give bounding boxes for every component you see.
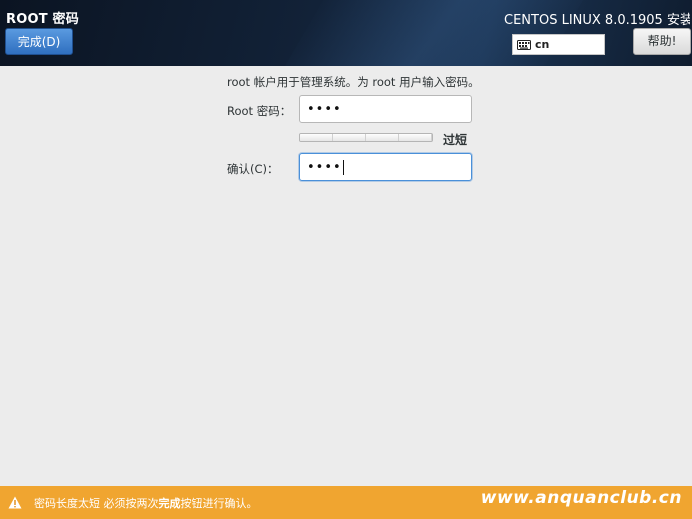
password-strength-label: 过短 xyxy=(443,133,468,147)
status-bar: 密码长度太短 必须按两次完成按钮进行确认。 www.anquanclub.cn xyxy=(0,486,692,519)
instructions-text: root 帐户用于管理系统。为 root 用户输入密码。 xyxy=(227,75,480,89)
done-button[interactable]: 完成(D) xyxy=(5,28,73,55)
root-password-field[interactable]: •••• xyxy=(299,95,472,123)
keyboard-layout-indicator[interactable]: cn xyxy=(512,34,605,55)
warning-icon xyxy=(8,496,22,509)
root-password-value: •••• xyxy=(307,101,342,117)
password-strength-bar xyxy=(299,133,433,142)
header-bar: ROOT 密码 完成(D) CENTOS LINUX 8.0.1905 安装 c… xyxy=(0,0,692,66)
confirm-password-value: •••• xyxy=(307,159,342,175)
help-button[interactable]: 帮助! xyxy=(633,28,691,55)
product-title: CENTOS LINUX 8.0.1905 安装 xyxy=(504,13,690,28)
keyboard-layout-label: cn xyxy=(535,38,550,51)
text-caret xyxy=(342,159,344,175)
confirm-password-label: 确认(C)： xyxy=(227,162,279,176)
watermark-text: www.anquanclub.cn xyxy=(480,488,682,508)
confirm-password-field[interactable]: •••• xyxy=(299,153,472,181)
root-password-label: Root 密码： xyxy=(227,104,292,118)
status-message: 密码长度太短 必须按两次完成按钮进行确认。 xyxy=(34,496,258,510)
page-title: ROOT 密码 xyxy=(6,12,79,27)
keyboard-icon xyxy=(517,39,531,50)
